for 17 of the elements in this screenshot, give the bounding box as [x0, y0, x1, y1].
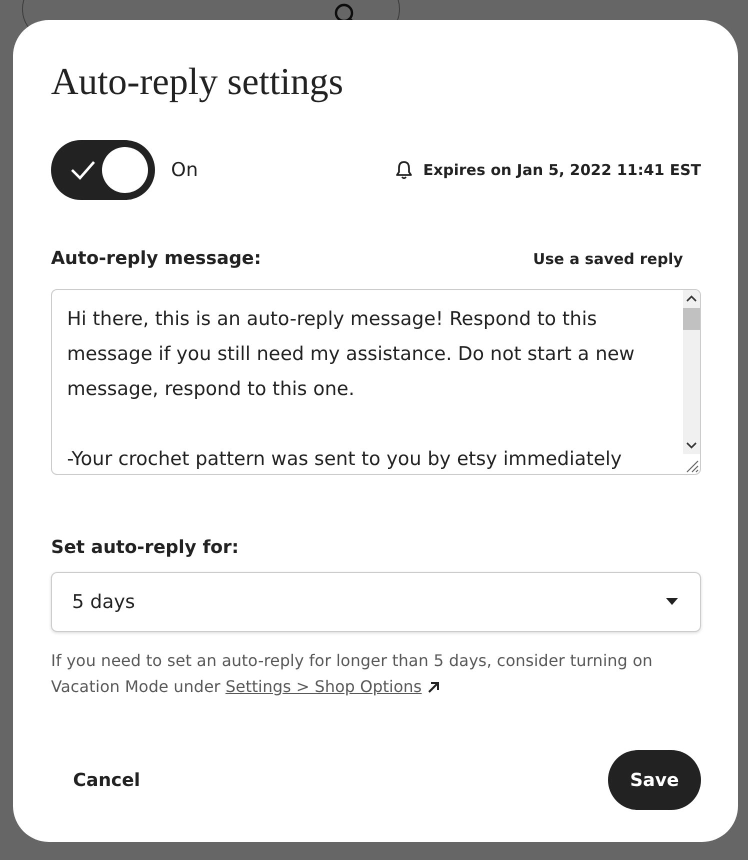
scrollbar[interactable] — [683, 290, 700, 454]
dialog-title: Auto-reply settings — [51, 60, 344, 105]
expiry-text: Expires on Jan 5, 2022 11:41 EST — [423, 161, 701, 179]
caret-icon — [666, 598, 678, 606]
duration-label: Set auto-reply for: — [51, 537, 240, 558]
message-label: Auto-reply message: — [51, 248, 262, 269]
duration-select[interactable]: 5 days — [51, 572, 701, 632]
scroll-thumb[interactable] — [683, 308, 700, 330]
saved-reply-link[interactable]: Use a saved reply — [532, 250, 701, 268]
arrow-icon — [426, 680, 441, 694]
help-text: If you need to set an auto-reply for longer than 5 days, consider turning on Vacation Mode under Settings > Shop Options — [51, 650, 654, 698]
bell-icon — [395, 160, 414, 180]
settings-link[interactable]: Settings > Shop Options — [225, 677, 422, 696]
save-button[interactable]: Save — [608, 750, 701, 810]
message-field[interactable]: Hi there, this is an auto-reply message! Respond to this message if you still need my assistance. Do not start a new message, respond to this one. -Your crochet pattern was sent to you by etsy immediately — [51, 289, 701, 475]
check-icon — [69, 159, 97, 181]
toggle-label: On — [171, 159, 198, 181]
